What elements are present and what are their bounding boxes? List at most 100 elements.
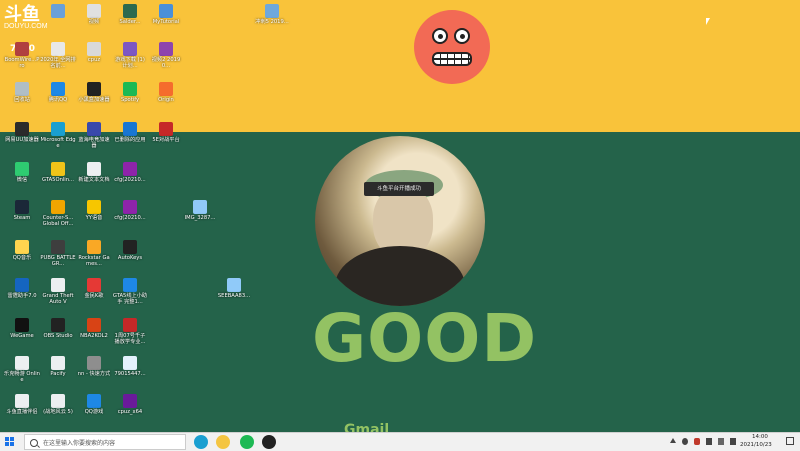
app-icon bbox=[15, 318, 29, 332]
obs-taskbar-icon[interactable] bbox=[262, 435, 276, 449]
desktop-icon[interactable]: cfg(20210... bbox=[112, 200, 148, 244]
network-icon[interactable] bbox=[706, 438, 712, 445]
chevron-up-icon[interactable] bbox=[670, 438, 676, 443]
spotify-taskbar-icon[interactable] bbox=[240, 435, 254, 449]
desktop-icon-label: 雷霆助手7.0 bbox=[7, 293, 37, 299]
app-icon bbox=[123, 278, 137, 292]
desktop-icon[interactable]: 腾讯QQ bbox=[40, 82, 76, 126]
volume-icon[interactable] bbox=[718, 438, 724, 445]
app-icon bbox=[15, 42, 29, 56]
explorer-taskbar-icon[interactable] bbox=[216, 435, 230, 449]
search-icon bbox=[30, 439, 38, 447]
desktop-icon[interactable]: 回收站 bbox=[4, 82, 40, 126]
desktop-icon[interactable]: SEEBAA83... bbox=[216, 278, 252, 322]
desktop-icon-label: Origin bbox=[158, 97, 174, 103]
app-icon bbox=[123, 122, 137, 136]
desktop-icon-label: 冲刺5 2019... bbox=[255, 19, 289, 25]
app-icon bbox=[123, 162, 137, 176]
app-icon bbox=[87, 318, 101, 332]
notification-icon[interactable] bbox=[786, 437, 794, 445]
app-icon bbox=[123, 200, 137, 214]
app-icon bbox=[227, 278, 241, 292]
desktop-icon[interactable]: 已删除的应用 bbox=[112, 122, 148, 166]
desktop-icon-label: Steam bbox=[13, 215, 31, 221]
app-icon bbox=[51, 200, 65, 214]
teeth-icon bbox=[432, 52, 472, 66]
app-icon bbox=[87, 200, 101, 214]
desktop-icon[interactable]: cpuz bbox=[76, 42, 112, 86]
app-icon bbox=[51, 4, 65, 18]
desktop-icon-label: 微信 bbox=[16, 177, 28, 183]
desktop-icon[interactable]: 蓝海电竞加速器 bbox=[76, 122, 112, 166]
app-icon bbox=[193, 200, 207, 214]
desktop-icon[interactable]: 网易UU加速器 bbox=[4, 122, 40, 166]
desktop-icon-label: (战地风云 5) bbox=[43, 409, 73, 415]
desktop-icon[interactable]: Spotify bbox=[112, 82, 148, 126]
desktop-icon-label: cfg(20210... bbox=[114, 215, 146, 221]
app-icon bbox=[87, 82, 101, 96]
app-icon bbox=[159, 82, 173, 96]
desktop-icon[interactable]: 2020年 全网排名前... bbox=[40, 42, 76, 86]
desktop-icon-label: GTA5Onlin... bbox=[42, 177, 74, 183]
app-icon bbox=[159, 42, 173, 56]
desktop-icon[interactable]: 5E对战平台 bbox=[148, 122, 184, 166]
desktop-icon[interactable]: BoomWire...Pro bbox=[4, 42, 40, 86]
app-icon bbox=[15, 162, 29, 176]
desktop-icon[interactable]: Steam bbox=[4, 200, 40, 244]
app-icon bbox=[15, 394, 29, 408]
desktop-icon[interactable]: 金民K歌 bbox=[76, 278, 112, 322]
app-icon bbox=[51, 356, 65, 370]
desktop-icon-label: NBA2KOL2 bbox=[80, 333, 108, 339]
ime-icon[interactable] bbox=[730, 438, 736, 445]
desktop-icon[interactable]: 视频2 20190... bbox=[148, 42, 184, 86]
desktop-icon-label: 已删除的应用 bbox=[114, 137, 146, 143]
desktop-icon[interactable]: 雷霆助手7.0 bbox=[4, 278, 40, 322]
app-icon bbox=[51, 122, 65, 136]
taskbar: 在这里输入你要搜索的内容 14:00 2021/10/23 bbox=[0, 432, 800, 451]
app-icon bbox=[123, 318, 137, 332]
desktop-icon-label: 新建文本文档 bbox=[78, 177, 110, 183]
desktop-icon-label: Microsoft Edge bbox=[40, 137, 76, 149]
app-icon bbox=[123, 4, 137, 18]
desktop-icon[interactable]: Origin bbox=[148, 82, 184, 126]
desktop-icon[interactable]: 小黑盒加速器 bbox=[76, 82, 112, 126]
desktop-icon[interactable]: Grand Theft Auto V bbox=[40, 278, 76, 322]
desktop-icon-label: cfg(20210... bbox=[114, 177, 146, 183]
desktop-icon[interactable]: Counter-S... Global Off... bbox=[40, 200, 76, 244]
desktop-icon[interactable]: Microsoft Edge bbox=[40, 122, 76, 166]
webcam-shirt bbox=[335, 246, 465, 306]
desktop-icon[interactable]: GTA5线上小助手 完整1... bbox=[112, 278, 148, 322]
app-icon bbox=[87, 240, 101, 254]
desktop-icon-label: 1周07号千子 播放学专业... bbox=[114, 333, 146, 345]
desktop-icon[interactable]: 游戏下载 (1) 计划... bbox=[112, 42, 148, 86]
edge-taskbar-icon[interactable] bbox=[194, 435, 208, 449]
desktop-icon-label: 蓝海电竞加速器 bbox=[78, 137, 110, 149]
desktop-icon-label: YY语音 bbox=[85, 215, 103, 221]
desktop-icon-label: PUBG BATTLEGR... bbox=[40, 255, 76, 267]
app-icon bbox=[87, 394, 101, 408]
good-overlay-text: GOOD bbox=[312, 300, 538, 377]
desktop-icon-label: 斗鱼直播伴侣 bbox=[6, 409, 38, 415]
eye-right-icon bbox=[454, 28, 470, 44]
taskbar-search-box[interactable]: 在这里输入你要搜索的内容 bbox=[24, 434, 186, 450]
clock-date[interactable]: 2021/10/23 bbox=[740, 442, 772, 448]
desktop-icon[interactable]: 冲刺5 2019... bbox=[254, 4, 290, 48]
desktop-icon-label: GTA5线上小助手 完整1... bbox=[112, 293, 148, 305]
desktop-icon[interactable]: IMG_3287... bbox=[182, 200, 218, 244]
app-icon bbox=[51, 82, 65, 96]
app-icon bbox=[87, 278, 101, 292]
app-icon bbox=[15, 82, 29, 96]
desktop-icon-label: 游戏下载 (1) 计划... bbox=[115, 57, 145, 69]
desktop-icon-label: cpuz bbox=[87, 57, 101, 63]
app-icon bbox=[15, 200, 29, 214]
app-icon bbox=[123, 82, 137, 96]
desktop-icon-label: IMG_3287... bbox=[184, 215, 216, 221]
app-tray-icon[interactable] bbox=[694, 438, 700, 445]
user-icon[interactable] bbox=[682, 438, 688, 445]
start-button[interactable] bbox=[5, 437, 15, 447]
clock-time[interactable]: 14:00 bbox=[752, 434, 768, 440]
app-icon bbox=[51, 394, 65, 408]
desktop-icon-label: MyTutorial bbox=[152, 19, 180, 25]
desktop-icon[interactable]: YY语音 bbox=[76, 200, 112, 244]
desktop-icon-label: Rockstar Games... bbox=[78, 255, 110, 267]
